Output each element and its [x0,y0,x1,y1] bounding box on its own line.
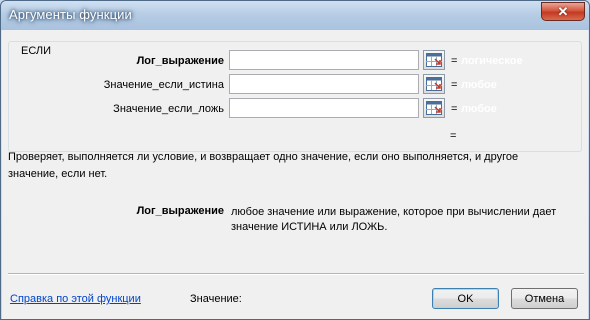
arg-result-preview: логическое [461,55,523,67]
arguments-group: ЕСЛИ Лог_выражение = логическое Значение… [8,41,582,152]
collapse-dialog-button[interactable] [423,50,445,70]
title-bar[interactable]: Аргументы функции ✕ [1,1,589,30]
equals-sign: = [451,103,458,115]
close-icon: ✕ [557,4,569,19]
equals-sign: = [451,79,458,91]
function-help-link[interactable]: Справка по этой функции [10,293,141,305]
value-if-true-input[interactable] [229,74,419,94]
arg-label-logical-test: Лог_выражение [136,55,224,67]
dialog-body: ЕСЛИ Лог_выражение = логическое Значение… [2,30,588,319]
arg-label-value-if-false: Значение_если_ложь [113,103,224,115]
range-select-icon [426,101,442,115]
equals-sign: = [451,55,458,67]
dialog-title: Аргументы функции [9,7,132,22]
value-if-false-input[interactable] [229,98,419,118]
function-description: Проверяет, выполняется ли условие, и воз… [8,151,519,180]
result-label: Значение: [190,293,242,305]
collapse-dialog-button[interactable] [423,98,445,118]
cancel-button[interactable]: Отмена [511,288,578,309]
arg-result-preview: любое [461,79,497,91]
logical-test-input[interactable] [229,50,419,70]
close-button[interactable]: ✕ [541,2,585,21]
arg-help-name: Лог_выражение [136,205,224,217]
function-arguments-dialog: Аргументы функции ✕ ЕСЛИ Лог_выражение = [0,0,590,320]
arg-result-preview: любое [461,103,497,115]
range-select-icon [426,53,442,67]
ok-button[interactable]: OK [432,288,499,309]
function-result-equals: = [450,130,457,142]
collapse-dialog-button[interactable] [423,74,445,94]
arg-help-text: любое значение или выражение, которое пр… [231,206,557,233]
range-select-icon [426,77,442,91]
arg-label-value-if-true: Значение_если_истина [103,79,224,91]
divider [8,273,584,275]
